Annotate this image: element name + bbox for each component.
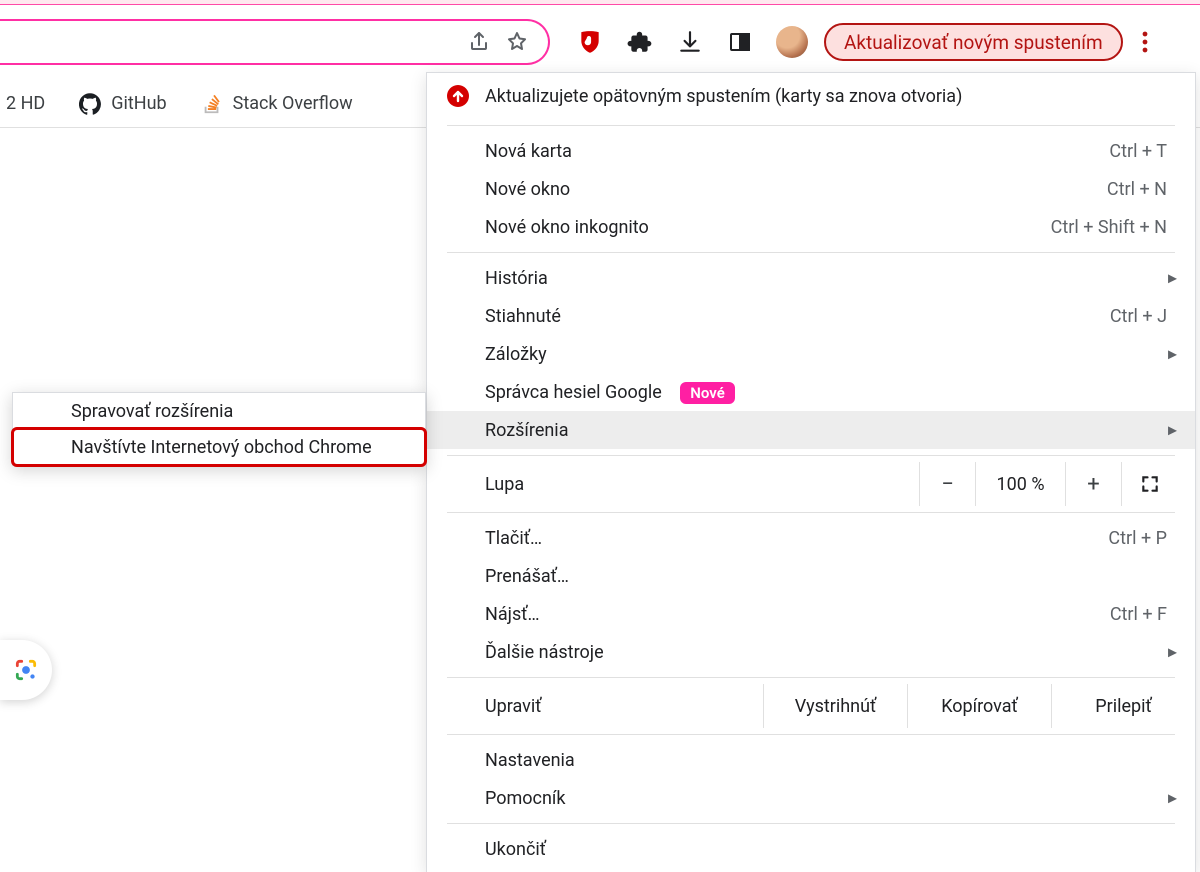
menu-help[interactable]: Pomocník ▸ [427,779,1195,817]
zoom-in-button[interactable]: + [1065,462,1121,506]
update-relaunch-button[interactable]: Aktualizovať novým spustením [824,23,1123,61]
download-icon[interactable] [676,28,704,56]
menu-label: Nové okno inkognito [485,217,1051,238]
menu-password-manager[interactable]: Správca hesiel Google Nové [427,373,1195,411]
submenu-arrow-icon: ▸ [1168,642,1177,663]
profile-avatar[interactable] [776,26,808,58]
bookmark-label: Stack Overflow [233,93,353,114]
menu-find[interactable]: Nájsť… Ctrl + F [427,595,1195,633]
menu-shortcut: Ctrl + F [1110,604,1167,625]
menu-new-tab[interactable]: Nová karta Ctrl + T [427,132,1195,170]
menu-label: Spravovať rozšírenia [71,401,397,422]
menu-label: Navštívte Internetový obchod Chrome [71,437,397,458]
submenu-arrow-icon: ▸ [1168,420,1177,441]
menu-cast[interactable]: Prenášať… [427,557,1195,595]
menu-more-tools[interactable]: Ďalšie nástroje ▸ [427,633,1195,671]
new-badge: Nové [680,382,734,404]
menu-label: Správca hesiel Google Nové [485,382,1167,403]
menu-label: Nastavenia [485,750,1167,771]
menu-separator [447,734,1175,735]
menu-label: Záložky [485,344,1167,365]
menu-label: Pomocník [485,788,1167,809]
toolbar-icons [576,26,808,58]
menu-shortcut: Ctrl + J [1110,306,1167,327]
menu-separator [447,512,1175,513]
menu-label: Stiahnuté [485,306,1110,327]
window-top-strip [0,0,1200,5]
edit-paste-button[interactable]: Prilepiť [1051,684,1195,728]
menu-zoom: Lupa − 100 % + [427,462,1195,506]
menu-separator [447,252,1175,253]
update-relaunch-label: Aktualizovať novým spustením [844,31,1103,54]
zoom-controls: − 100 % + [919,462,1177,506]
menu-print[interactable]: Tlačiť… Ctrl + P [427,519,1195,557]
menu-quit[interactable]: Ukončiť [427,830,1195,868]
google-lens-icon [13,657,39,683]
menu-label: Ďalšie nástroje [485,642,1167,663]
menu-label: Rozšírenia [485,420,1167,441]
chrome-main-menu: Aktualizujete opätovným spustením (karty… [426,72,1196,872]
bookmark-item[interactable]: Stack Overflow [201,93,353,115]
menu-shortcut: Ctrl + P [1108,528,1167,549]
menu-extensions[interactable]: Rozšírenia ▸ [427,411,1195,449]
menu-edit: Upraviť Vystrihnúť Kopírovať Prilepiť [427,684,1195,728]
submenu-arrow-icon: ▸ [1168,344,1177,365]
menu-separator [447,823,1175,824]
menu-downloads[interactable]: Stiahnuté Ctrl + J [427,297,1195,335]
menu-separator [447,125,1175,126]
submenu-manage-extensions[interactable]: Spravovať rozšírenia [13,393,425,429]
extensions-puzzle-icon[interactable] [626,28,654,56]
menu-separator [447,677,1175,678]
menu-separator [447,455,1175,456]
bookmark-label: GitHub [111,93,166,114]
ublock-icon[interactable] [576,28,604,56]
extensions-submenu: Spravovať rozšírenia Navštívte Interneto… [12,392,426,466]
menu-new-window[interactable]: Nové okno Ctrl + N [427,170,1195,208]
share-icon[interactable] [466,29,492,55]
menu-label: Nové okno [485,179,1107,200]
fullscreen-button[interactable] [1121,462,1177,506]
zoom-out-button[interactable]: − [919,462,975,506]
menu-incognito[interactable]: Nové okno inkognito Ctrl + Shift + N [427,208,1195,246]
menu-label: Nová karta [485,141,1109,162]
zoom-value: 100 % [975,462,1065,506]
google-lens-button[interactable] [0,640,52,700]
menu-settings[interactable]: Nastavenia [427,741,1195,779]
menu-label: Nájsť… [485,604,1110,625]
stackoverflow-icon [201,93,223,115]
menu-shortcut: Ctrl + Shift + N [1051,217,1167,238]
menu-shortcut: Ctrl + T [1109,141,1167,162]
bookmark-star-icon[interactable] [504,29,530,55]
menu-bookmarks[interactable]: Záložky ▸ [427,335,1195,373]
kebab-menu-icon[interactable] [1133,23,1157,61]
edit-cut-button[interactable]: Vystrihnúť [763,684,907,728]
menu-label: História [485,268,1167,289]
edit-copy-button[interactable]: Kopírovať [907,684,1051,728]
bookmark-item[interactable]: 2 HD [6,93,45,114]
menu-label: Lupa [485,474,919,495]
menu-update-info[interactable]: Aktualizujete opätovným spustením (karty… [427,73,1195,119]
menu-label: Ukončiť [485,839,1167,860]
submenu-visit-webstore[interactable]: Navštívte Internetový obchod Chrome [13,429,425,465]
menu-label: Prenášať… [485,566,1167,587]
sidepanel-icon[interactable] [726,28,754,56]
submenu-arrow-icon: ▸ [1168,268,1177,289]
menu-update-info-label: Aktualizujete opätovným spustením (karty… [485,86,1167,107]
menu-history[interactable]: História ▸ [427,259,1195,297]
github-icon [79,93,101,115]
menu-label: Upraviť [485,696,763,717]
menu-shortcut: Ctrl + N [1107,179,1167,200]
menu-label-text: Správca hesiel Google [485,382,662,403]
submenu-arrow-icon: ▸ [1168,788,1177,809]
bookmark-item[interactable]: GitHub [79,93,166,115]
update-arrow-icon [445,83,471,109]
address-bar[interactable] [0,19,550,65]
menu-label: Tlačiť… [485,528,1108,549]
browser-toolbar: Aktualizovať novým spustením [0,12,1200,72]
bookmark-label: 2 HD [6,93,45,114]
